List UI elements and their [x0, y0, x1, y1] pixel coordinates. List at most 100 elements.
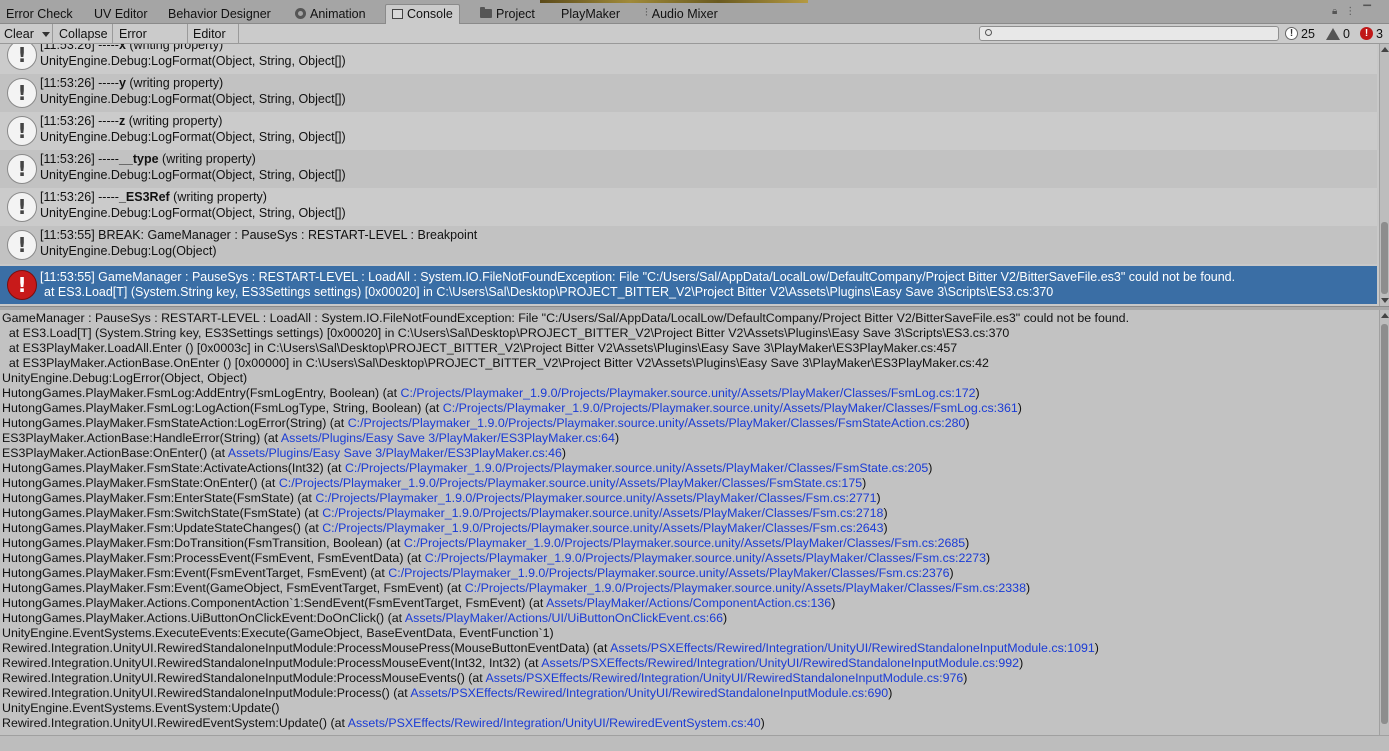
stack-text: )	[561, 446, 567, 460]
stack-text: at ES3PlayMaker.LoadAll.Enter () [0x0003…	[2, 341, 958, 355]
scroll-thumb[interactable]	[1381, 324, 1388, 724]
clear-button[interactable]: Clear	[0, 24, 53, 44]
stack-line: HutongGames.PlayMaker.Fsm:DoTransition(F…	[2, 536, 969, 551]
chevron-down-icon[interactable]	[42, 32, 50, 37]
source-link[interactable]: C:/Projects/Playmaker_1.9.0/Projects/Pla…	[404, 536, 965, 550]
stack-text: )	[1019, 656, 1024, 670]
source-link[interactable]: Assets/PSXEffects/Rewired/Integration/Un…	[541, 656, 1019, 670]
source-link[interactable]: Assets/Plugins/Easy Save 3/PlayMaker/ES3…	[281, 431, 615, 445]
tab-label: Animation	[310, 7, 366, 21]
source-link[interactable]: C:/Projects/Playmaker_1.9.0/Projects/Pla…	[348, 416, 966, 430]
stack-text: HutongGames.PlayMaker.FsmLog:LogAction(F…	[2, 401, 443, 415]
scroll-down-icon[interactable]	[1381, 298, 1389, 303]
stack-text: )	[986, 551, 991, 565]
source-link[interactable]: C:/Projects/Playmaker_1.9.0/Projects/Pla…	[315, 491, 876, 505]
tab-behavior-designer[interactable]: Behavior Designer	[168, 5, 271, 24]
source-link[interactable]: C:/Projects/Playmaker_1.9.0/Projects/Pla…	[322, 506, 883, 520]
source-link[interactable]: C:/Projects/Playmaker_1.9.0/Projects/Pla…	[345, 461, 928, 475]
error-pause-button[interactable]: Error Pause	[115, 24, 188, 61]
tab-console[interactable]: Console	[385, 4, 460, 25]
source-link[interactable]: Assets/PSXEffects/Rewired/Integration/Un…	[610, 641, 1095, 655]
source-link[interactable]: C:/Projects/Playmaker_1.9.0/Projects/Pla…	[388, 566, 949, 580]
window-tab-bar: Error Check UV Editor Behavior Designer …	[0, 0, 1389, 25]
tab-uv-editor[interactable]: UV Editor	[94, 5, 148, 24]
stack-text: )	[888, 686, 893, 700]
stack-line: Rewired.Integration.UnityUI.RewiredStand…	[2, 686, 892, 701]
source-link[interactable]: Assets/PSXEffects/Rewired/Integration/Un…	[410, 686, 888, 700]
animation-icon	[295, 8, 306, 20]
source-link[interactable]: Assets/Plugins/Easy Save 3/PlayMaker/ES3…	[228, 446, 562, 460]
tab-playmaker[interactable]: PlayMaker	[561, 5, 620, 24]
error-icon: !	[1360, 27, 1373, 41]
lock-icon[interactable]: 🔒︎	[1332, 6, 1345, 17]
source-link[interactable]: C:/Projects/Playmaker_1.9.0/Projects/Pla…	[443, 401, 1018, 415]
log-list-scrollbar[interactable]	[1379, 44, 1389, 306]
warning-count: 0	[1343, 27, 1350, 41]
scroll-thumb[interactable]	[1381, 222, 1388, 294]
horizontal-scrollbar[interactable]	[0, 735, 1389, 751]
stack-text: Rewired.Integration.UnityUI.RewiredStand…	[2, 656, 542, 670]
source-link[interactable]: C:/Projects/Playmaker_1.9.0/Projects/Pla…	[401, 386, 976, 400]
source-link[interactable]: Assets/PSXEffects/Rewired/Integration/Un…	[348, 716, 761, 730]
tab-error-check[interactable]: Error Check	[6, 5, 73, 24]
stack-text: HutongGames.PlayMaker.Fsm:SwitchState(Fs…	[2, 506, 323, 520]
stack-text: UnityEngine.Debug:LogError(Object, Objec…	[2, 371, 248, 385]
scroll-up-icon[interactable]	[1381, 313, 1389, 318]
log-time: [11:53:26] -----	[40, 152, 119, 166]
tab-audio-mixer[interactable]: ⫶ Audio Mixer	[645, 5, 718, 24]
log-suffix: (writing property)	[158, 152, 256, 166]
log-message: [11:53:55] BREAK: GameManager : PauseSys…	[40, 227, 477, 243]
stack-text: HutongGames.PlayMaker.Actions.ComponentA…	[2, 596, 547, 610]
warning-count-toggle[interactable]: 0	[1326, 25, 1350, 43]
stack-text: HutongGames.PlayMaker.Actions.UiButtonOn…	[2, 611, 405, 625]
log-entry[interactable]: ! [11:53:55] BREAK: GameManager : PauseS…	[0, 226, 1377, 264]
log-entry[interactable]: ! [11:53:26] -----__type (writing proper…	[0, 150, 1377, 188]
collapse-button[interactable]: Collapse	[55, 24, 113, 44]
log-entry-selected[interactable]: ! [11:53:55] GameManager : PauseSys : RE…	[0, 266, 1377, 304]
source-link[interactable]: C:/Projects/Playmaker_1.9.0/Projects/Pla…	[425, 551, 986, 565]
stack-line: HutongGames.PlayMaker.Actions.ComponentA…	[2, 596, 835, 611]
stack-text: )	[862, 476, 867, 490]
stack-line: HutongGames.PlayMaker.FsmStateAction:Log…	[2, 416, 970, 431]
console-log-list[interactable]: ! [11:53:26] -----x (writing property) U…	[0, 44, 1379, 306]
log-entry[interactable]: ! [11:53:26] -----z (writing property) U…	[0, 112, 1377, 150]
tab-project[interactable]: Project	[480, 5, 535, 24]
scroll-up-icon[interactable]	[1381, 47, 1389, 52]
stack-line: at ES3PlayMaker.ActionBase.OnEnter () [0…	[2, 356, 989, 371]
stack-text: at ES3.Load[T] (System.String key, ES3Se…	[2, 326, 1010, 340]
stack-text: )	[965, 416, 970, 430]
source-link[interactable]: Assets/PlayMaker/Actions/UI/UiButtonOnCl…	[405, 611, 723, 625]
source-link[interactable]: C:/Projects/Playmaker_1.9.0/Projects/Pla…	[322, 521, 883, 535]
close-icon[interactable]: ▔	[1363, 6, 1379, 17]
scene-view-strip	[540, 0, 808, 3]
menu-icon[interactable]: ⋮	[1345, 6, 1363, 17]
stack-text: Rewired.Integration.UnityUI.RewiredStand…	[2, 686, 411, 700]
log-entry[interactable]: ! [11:53:26] -----x (writing property) U…	[0, 44, 1377, 74]
log-property: __type	[118, 152, 159, 166]
log-stack-line: UnityEngine.Debug:LogFormat(Object, Stri…	[40, 168, 346, 182]
log-entry[interactable]: ! [11:53:26] -----_ES3Ref (writing prope…	[0, 188, 1377, 226]
stack-line: at ES3PlayMaker.LoadAll.Enter () [0x0003…	[2, 341, 957, 356]
source-link[interactable]: Assets/PlayMaker/Actions/ComponentAction…	[546, 596, 831, 610]
log-count-toggle[interactable]: ! 25	[1285, 25, 1315, 43]
stack-line: HutongGames.PlayMaker.Fsm:Event(FsmEvent…	[2, 566, 954, 581]
tab-animation[interactable]: Animation	[295, 5, 366, 24]
info-icon: !	[7, 78, 37, 108]
error-count-toggle[interactable]: ! 3	[1360, 25, 1383, 43]
info-icon: !	[7, 230, 37, 260]
log-time: [11:53:26] -----	[40, 190, 119, 204]
editor-dropdown[interactable]: Editor	[189, 24, 239, 58]
stack-trace-detail[interactable]: GameManager : PauseSys : RESTART-LEVEL :…	[0, 310, 1379, 751]
stack-line: UnityEngine.Debug:LogError(Object, Objec…	[2, 371, 247, 386]
search-field[interactable]	[979, 26, 1279, 41]
log-message: [11:53:26] -----__type (writing property…	[40, 151, 256, 167]
source-link[interactable]: Assets/PSXEffects/Rewired/Integration/Un…	[485, 671, 963, 685]
detail-scrollbar[interactable]	[1379, 310, 1389, 735]
search-input[interactable]	[996, 27, 1276, 40]
source-link[interactable]: C:/Projects/Playmaker_1.9.0/Projects/Pla…	[279, 476, 862, 490]
folder-icon	[480, 7, 492, 19]
info-icon: !	[7, 44, 37, 70]
log-suffix: (writing property)	[125, 44, 224, 52]
log-entry[interactable]: ! [11:53:26] -----y (writing property) U…	[0, 74, 1377, 112]
source-link[interactable]: C:/Projects/Playmaker_1.9.0/Projects/Pla…	[465, 581, 1026, 595]
